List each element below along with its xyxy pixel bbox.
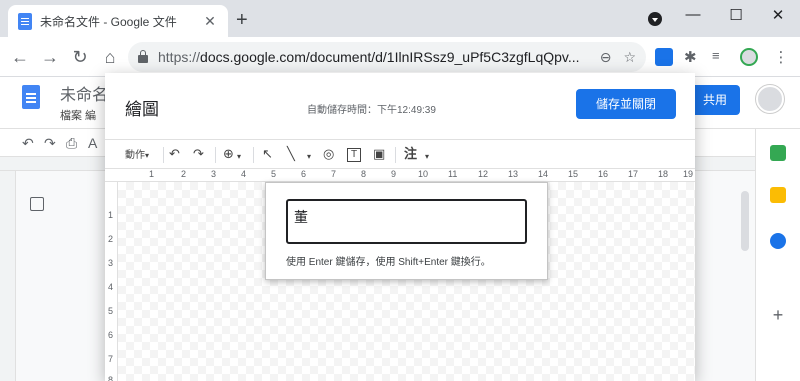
wordart-popup: 董 使用 Enter 鍵儲存，使用 Shift+Enter 鍵換行。 [265, 182, 548, 280]
ruler-number: 13 [508, 169, 519, 179]
vruler-number: 3 [108, 258, 114, 268]
more-menu-icon[interactable]: ⋮ [772, 48, 790, 66]
maximize-button[interactable]: ☐ [724, 6, 748, 24]
vruler-number: 2 [108, 234, 114, 244]
vruler-number: 1 [108, 210, 114, 220]
ruler-number: 4 [241, 169, 247, 179]
minimize-button[interactable]: — [681, 6, 705, 23]
textbox-tool-icon[interactable]: T [347, 148, 361, 162]
ruler-number: 19 [683, 169, 694, 179]
docs-avatar[interactable] [756, 85, 784, 113]
docs-scrollbar[interactable] [741, 191, 749, 251]
ruler-number: 16 [598, 169, 609, 179]
zoom-in-icon[interactable]: ⊕ [223, 146, 234, 162]
extensions-puzzle-icon[interactable]: ✱ [684, 48, 702, 66]
ruler-number: 11 [448, 169, 458, 179]
browser-tab-strip: 未命名文件 - Google 文件 ✕ + — ☐ ✕ [0, 0, 800, 37]
ruler-number: 3 [211, 169, 217, 179]
dialog-title: 繪圖 [125, 100, 159, 119]
docs-logo-icon[interactable] [22, 85, 40, 109]
undo-icon[interactable]: ↶ [169, 146, 180, 162]
vruler-number: 5 [108, 306, 114, 316]
home-button[interactable]: ⌂ [98, 45, 122, 69]
toolbar-divider [253, 147, 254, 163]
docs-vertical-ruler [0, 171, 16, 381]
vruler-number: 4 [108, 282, 114, 292]
keep-icon[interactable] [770, 187, 786, 203]
browser-tab[interactable]: 未命名文件 - Google 文件 ✕ [8, 5, 228, 37]
docs-redo-icon[interactable]: ↷ [44, 135, 56, 152]
close-window-button[interactable]: ✕ [766, 6, 790, 24]
tab-search-icon[interactable] [648, 12, 662, 26]
new-tab-button[interactable]: + [236, 10, 248, 30]
extension-icon[interactable] [655, 48, 673, 66]
ruler-number: 10 [418, 169, 429, 179]
document-title[interactable]: 未命名 [60, 81, 108, 105]
tasks-icon[interactable] [770, 233, 786, 249]
ruler-number: 15 [568, 169, 579, 179]
select-arrow-icon[interactable]: ↖ [262, 146, 273, 162]
profile-avatar[interactable] [740, 48, 758, 66]
ruler-number: 1 [149, 169, 155, 179]
docs-undo-icon[interactable]: ↶ [22, 135, 34, 152]
horizontal-ruler: 1 2 3 4 5 6 7 8 9 10 11 12 13 14 15 16 1… [105, 169, 695, 182]
vruler-number: 8 [108, 375, 114, 381]
ruler-number: 17 [628, 169, 639, 179]
ruler-number: 18 [658, 169, 669, 179]
ruler-number: 9 [391, 169, 397, 179]
address-bar[interactable]: https://docs.google.com/document/d/1IlnI… [128, 42, 646, 72]
zoom-icon[interactable]: ⊖ [600, 49, 612, 66]
vruler-number: 6 [108, 330, 114, 340]
docs-menu-bar[interactable]: 檔案 編 [60, 107, 96, 123]
drawing-dialog: 繪圖 自動儲存時間：下午12:49:39 儲存並關閉 動作▾ ↶ ↷ ⊕ ▾ ↖… [105, 73, 695, 381]
shape-tool-icon[interactable]: ◎ [323, 146, 334, 162]
lock-icon[interactable] [138, 50, 148, 63]
ruler-number: 8 [361, 169, 367, 179]
side-panel: + [755, 129, 800, 381]
line-caret-icon[interactable]: ▾ [307, 149, 311, 165]
docs-print-icon[interactable]: ⎙ [66, 135, 77, 152]
ruler-number: 12 [478, 169, 489, 179]
tab-close-icon[interactable]: ✕ [202, 13, 218, 30]
google-docs-icon [18, 12, 32, 30]
reload-button[interactable]: ↻ [68, 45, 92, 69]
autosave-status: 自動儲存時間：下午12:49:39 [307, 105, 436, 116]
browser-toolbar: ← → ↻ ⌂ https://docs.google.com/document… [0, 37, 800, 77]
ruler-number: 5 [271, 169, 277, 179]
wordart-text-input[interactable]: 董 [286, 199, 527, 244]
ruler-number: 14 [538, 169, 549, 179]
vruler-number: 7 [108, 354, 114, 364]
zoom-caret-icon[interactable]: ▾ [237, 149, 241, 165]
actions-menu[interactable]: 動作▾ [125, 148, 149, 164]
redo-icon[interactable]: ↷ [193, 146, 204, 162]
share-button[interactable]: 共用 [690, 85, 740, 115]
ruler-number: 2 [181, 169, 187, 179]
line-tool-icon[interactable]: ╲ [287, 146, 295, 162]
drawing-toolbar: 動作▾ ↶ ↷ ⊕ ▾ ↖ ╲ ▾ ◎ T ▣ 注 ▾ [105, 139, 695, 169]
toolbar-divider [395, 147, 396, 163]
tab-title: 未命名文件 - Google 文件 [40, 14, 177, 29]
docs-spellcheck-icon[interactable]: A [88, 135, 97, 151]
save-and-close-button[interactable]: 儲存並關閉 [576, 89, 676, 119]
outline-icon[interactable] [30, 197, 44, 211]
ruler-number: 6 [301, 169, 307, 179]
vertical-ruler: 1 2 3 4 5 6 7 8 [105, 182, 118, 381]
media-control-icon[interactable]: ≡ [712, 48, 730, 66]
add-addon-icon[interactable]: + [770, 305, 786, 326]
back-button[interactable]: ← [8, 45, 32, 69]
toolbar-divider [215, 147, 216, 163]
forward-button[interactable]: → [38, 45, 62, 69]
wordart-tool[interactable]: 注 [404, 146, 417, 162]
calendar-icon[interactable] [770, 145, 786, 161]
ruler-number: 7 [331, 169, 337, 179]
bookmark-star-icon[interactable]: ☆ [623, 49, 636, 66]
wordart-caret-icon[interactable]: ▾ [425, 149, 429, 165]
wordart-hint: 使用 Enter 鍵儲存，使用 Shift+Enter 鍵換行。 [286, 257, 491, 268]
image-tool-icon[interactable]: ▣ [373, 146, 385, 162]
url-text[interactable]: https://docs.google.com/document/d/1IlnI… [158, 49, 588, 65]
toolbar-divider [163, 147, 164, 163]
